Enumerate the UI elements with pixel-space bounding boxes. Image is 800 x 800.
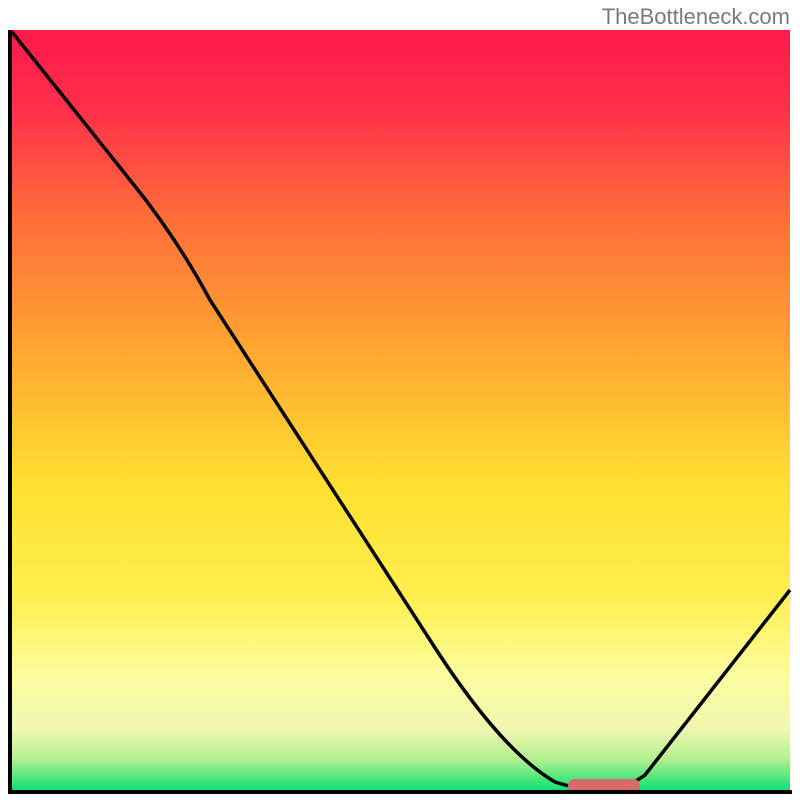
watermark-text: TheBottleneck.com xyxy=(602,4,790,30)
chart-background xyxy=(10,30,790,790)
bottleneck-chart xyxy=(0,0,800,800)
chart-container: TheBottleneck.com xyxy=(0,0,800,800)
